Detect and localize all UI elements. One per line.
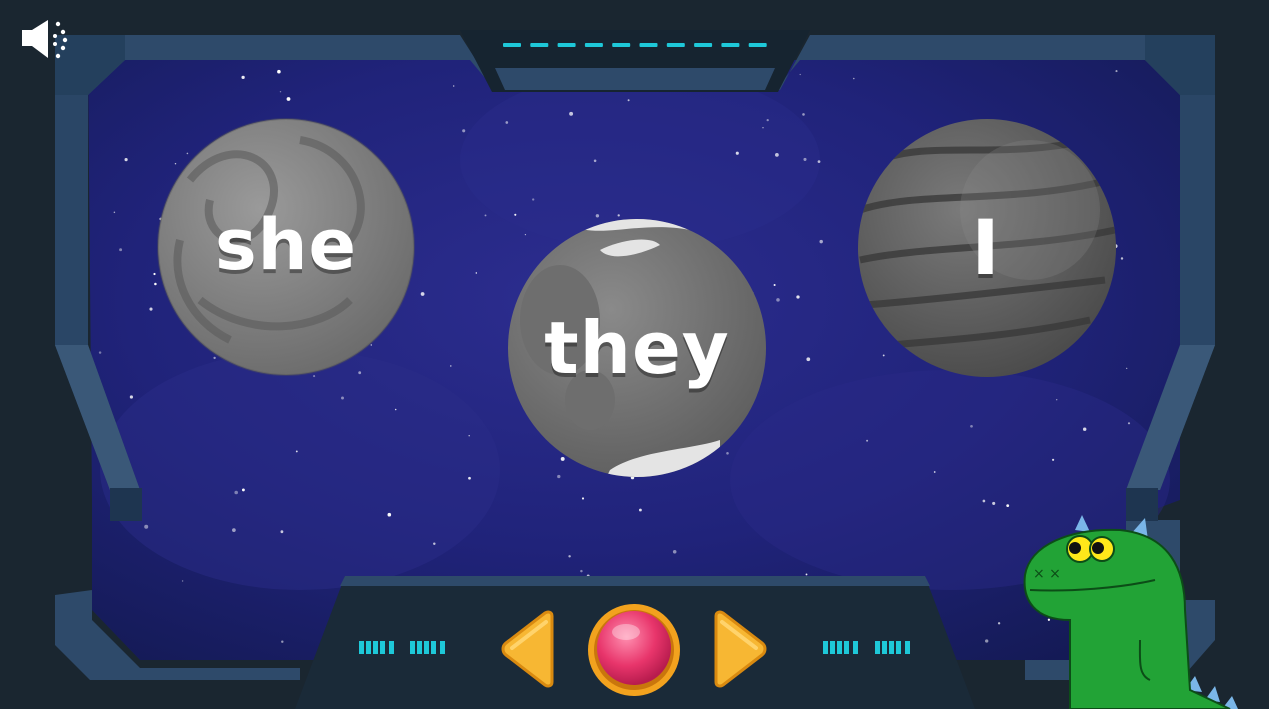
speaker-icon [22, 20, 68, 59]
progress-dash [530, 43, 549, 47]
progress-dash [503, 43, 521, 47]
red-round-button-icon [588, 604, 680, 696]
progress-dash [612, 43, 631, 47]
progress-dash [721, 43, 740, 47]
right-arrow-icon [714, 610, 767, 688]
left-arrow-icon [501, 610, 554, 688]
word-they[interactable]: they [522, 312, 752, 384]
progress-dash [666, 43, 685, 47]
record-button[interactable] [586, 602, 682, 698]
progress-dash [639, 43, 658, 47]
progress-dash [584, 43, 603, 47]
svg-text:× ×: × × [1033, 566, 1061, 582]
progress-dash [694, 43, 713, 47]
previous-button[interactable] [498, 610, 558, 688]
word-i[interactable]: I [936, 210, 1036, 286]
progress-dash [748, 43, 767, 47]
progress-dash [557, 43, 576, 47]
next-button[interactable] [710, 610, 770, 688]
word-she[interactable]: she [186, 210, 386, 280]
sound-button[interactable] [18, 16, 72, 62]
